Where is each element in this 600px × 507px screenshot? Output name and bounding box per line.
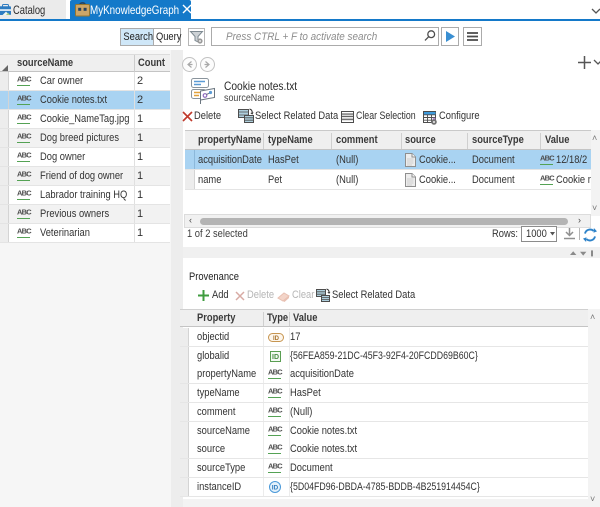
svg-text:ID: ID [272, 485, 279, 492]
svg-text:ID: ID [272, 354, 279, 361]
svg-text:ID: ID [273, 336, 280, 342]
